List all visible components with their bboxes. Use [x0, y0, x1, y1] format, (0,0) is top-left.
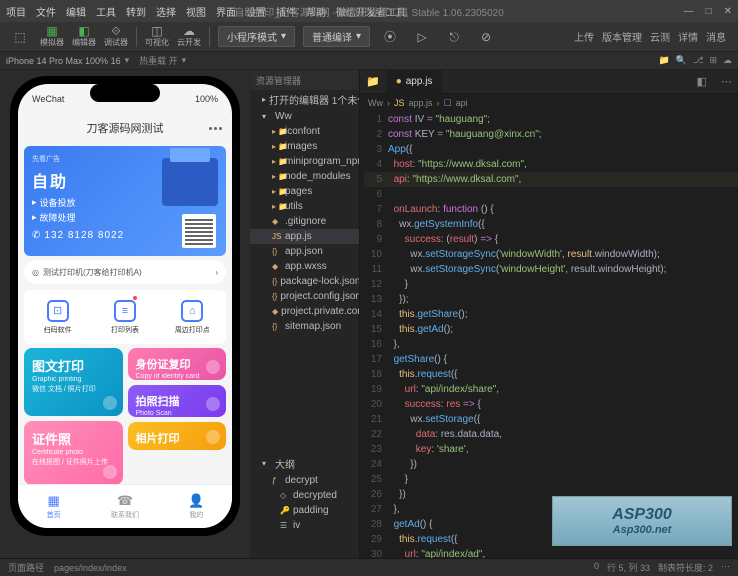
- file-package-lock.json[interactable]: {}package-lock.json: [250, 274, 359, 289]
- realdevice-button[interactable]: ⎋: [439, 25, 469, 49]
- editor-tabs: 📁 ●app.js ◧ ⋯: [360, 70, 738, 94]
- cloud-icon[interactable]: ☁: [723, 55, 732, 66]
- maximize-icon[interactable]: □: [706, 6, 712, 17]
- folder-icon[interactable]: 📁: [360, 75, 386, 88]
- card-photo-scan[interactable]: 拍照扫描 Photo Scan: [128, 385, 227, 417]
- window-title: 自助打印_刀客源码网 - 微信开发者工具 Stable 1.06.2305020: [234, 4, 504, 19]
- tab-app-js[interactable]: ●app.js: [386, 70, 443, 93]
- compile-select[interactable]: 普通编译▾: [303, 26, 370, 47]
- phone-screen[interactable]: WeChat 100% 刀客源码网测试 先看广告 自助 ▸ 设备投放 ▸ 故障处…: [18, 84, 232, 528]
- card-photo-print[interactable]: 相片打印: [128, 422, 227, 450]
- simulator-button[interactable]: ▦模拟器: [37, 25, 67, 49]
- git-icon[interactable]: ⎇: [693, 55, 703, 66]
- action-row: ⊡扫码软件 ≡打印列表 ⌂周边打印点: [24, 290, 226, 344]
- phone-frame: WeChat 100% 刀客源码网测试 先看广告 自助 ▸ 设备投放 ▸ 故障处…: [10, 76, 240, 536]
- menu-item[interactable]: 文件: [36, 4, 56, 19]
- toolbar: ⬚ ▦模拟器 ◧编辑器 ⟐调试器 ◫可视化 ☁云开发 小程序模式▾ 普通编译▾ …: [0, 22, 738, 52]
- toolbar-right: 上传版本管理云测详情消息: [574, 29, 734, 44]
- file-app.wxss[interactable]: ◆app.wxss: [250, 259, 359, 274]
- more-icon[interactable]: ⋯: [715, 75, 738, 88]
- preview-button[interactable]: ▷: [407, 25, 437, 49]
- debugger-button[interactable]: ⟐调试器: [101, 25, 131, 49]
- qr-code: [182, 214, 216, 248]
- file-iconfont[interactable]: ▸ 📁iconfont: [250, 124, 359, 139]
- banner[interactable]: 先看广告 自助 ▸ 设备投放 ▸ 故障处理 ✆ 132 8128 8022: [24, 146, 226, 256]
- personal-mini-icon[interactable]: ⬚: [5, 25, 35, 49]
- chevron-down-icon: ▾: [356, 31, 361, 42]
- scan-action[interactable]: ⊡扫码软件: [24, 290, 91, 344]
- file-sitemap.json[interactable]: {}sitemap.json: [250, 319, 359, 334]
- device-select[interactable]: iPhone 14 Pro Max 100% 16: [6, 56, 121, 66]
- file-pages[interactable]: ▸ 📁pages: [250, 184, 359, 199]
- notch: [90, 84, 160, 102]
- chevron-right-icon: ›: [215, 268, 218, 277]
- list-action[interactable]: ≡打印列表: [91, 290, 158, 344]
- window-controls: — □ ✕: [684, 6, 732, 17]
- miniapp-header: 刀客源码网测试: [18, 114, 232, 142]
- menu-item[interactable]: 界面: [216, 4, 236, 19]
- close-icon[interactable]: ✕: [724, 6, 732, 17]
- file-project.private.config.js...[interactable]: ◆project.private.config.js...: [250, 304, 359, 319]
- file-.gitignore[interactable]: ◆.gitignore: [250, 214, 359, 229]
- statusbar: 页面路径 pages/index/index 0行 5, 列 33制表符长度: …: [0, 558, 738, 576]
- file-icon[interactable]: 📁: [659, 55, 670, 66]
- tab-mine[interactable]: 👤我的: [161, 485, 232, 528]
- menu-item[interactable]: 工具: [96, 4, 116, 19]
- compile-button[interactable]: ⦿: [375, 25, 405, 49]
- tabbar: ▦首页 ☎联系我们 👤我的: [18, 484, 232, 528]
- menu-item[interactable]: 项目: [6, 4, 26, 19]
- device-strip: iPhone 14 Pro Max 100% 16 ▾ 热重载 开 ▾ 📁 🔍 …: [0, 52, 738, 70]
- file-app.json[interactable]: {}app.json: [250, 244, 359, 259]
- card-graphic-print[interactable]: 图文打印 Graphic printing 微信 文档 / 照片打印: [24, 348, 123, 416]
- breadcrumb[interactable]: Ww › JS app.js › ☐ api: [360, 94, 738, 112]
- battery-label: 100%: [195, 94, 218, 104]
- file-app.js[interactable]: JSapp.js: [250, 229, 359, 244]
- file-project.config.json[interactable]: {}project.config.json: [250, 289, 359, 304]
- card-cert-photo[interactable]: 证件照 Certificate photo 在线抠图 / 证件照片上传: [24, 421, 123, 485]
- minimize-icon[interactable]: —: [684, 6, 694, 17]
- menu-item[interactable]: 选择: [156, 4, 176, 19]
- simulator-panel: WeChat 100% 刀客源码网测试 先看广告 自助 ▸ 设备投放 ▸ 故障处…: [0, 70, 250, 558]
- location-bar[interactable]: ◎ 测试打印机(刀客给打印机A) ›: [24, 260, 226, 284]
- nearby-action[interactable]: ⌂周边打印点: [159, 290, 226, 344]
- cloud-dev-button[interactable]: ☁云开发: [174, 25, 204, 49]
- code-area[interactable]: 1const IV = "hauguang";2const KEY = "hau…: [360, 112, 738, 558]
- printer-icon: [162, 158, 218, 206]
- tab-contact[interactable]: ☎联系我们: [89, 485, 160, 528]
- page-path[interactable]: pages/index/index: [54, 563, 127, 573]
- file-utils[interactable]: ▸ 📁utils: [250, 199, 359, 214]
- capsule-menu[interactable]: [209, 127, 222, 130]
- root-folder[interactable]: ▾Ww: [250, 109, 359, 124]
- code-editor: 📁 ●app.js ◧ ⋯ Ww › JS app.js › ☐ api 1co…: [360, 70, 738, 558]
- mode-select[interactable]: 小程序模式▾: [218, 26, 295, 47]
- carrier-label: WeChat: [32, 94, 64, 104]
- file-miniprogram_npm[interactable]: ▸ 📁miniprogram_npm: [250, 154, 359, 169]
- menu-item[interactable]: 编辑: [66, 4, 86, 19]
- open-editors[interactable]: ▸打开的编辑器 1个未保存: [250, 90, 359, 109]
- explorer-header: 资源管理器: [250, 70, 359, 90]
- ext-icon[interactable]: ⊞: [709, 55, 717, 66]
- clear-cache-button[interactable]: ⊘: [471, 25, 501, 49]
- card-id-copy[interactable]: 身份证复印 Copy of identity card: [128, 348, 227, 380]
- file-explorer: 资源管理器 ▸打开的编辑器 1个未保存 ▾Ww ▸ 📁iconfont▸ 📁im…: [250, 70, 360, 558]
- watermark: ASP300 Asp300.net: [552, 496, 732, 546]
- titlebar: 项目文件编辑工具转到选择视图界面设置插件帮助微信开发者工具 自助打印_刀客源码网…: [0, 0, 738, 22]
- menu-item[interactable]: 转到: [126, 4, 146, 19]
- chevron-down-icon: ▾: [281, 31, 286, 42]
- tab-home[interactable]: ▦首页: [18, 485, 89, 528]
- location-icon: ◎: [32, 268, 39, 277]
- file-node_modules[interactable]: ▸ 📁node_modules: [250, 169, 359, 184]
- file-images[interactable]: ▸ 📁images: [250, 139, 359, 154]
- editor-button[interactable]: ◧编辑器: [69, 25, 99, 49]
- search-icon[interactable]: 🔍: [676, 55, 687, 66]
- split-icon[interactable]: ◧: [689, 75, 715, 88]
- outline-section[interactable]: ▾大纲: [250, 454, 359, 473]
- decrypt-node[interactable]: ƒdecrypt: [250, 473, 359, 488]
- menu-item[interactable]: 视图: [186, 4, 206, 19]
- miniapp-title: 刀客源码网测试: [87, 120, 164, 136]
- visual-button[interactable]: ◫可视化: [142, 25, 172, 49]
